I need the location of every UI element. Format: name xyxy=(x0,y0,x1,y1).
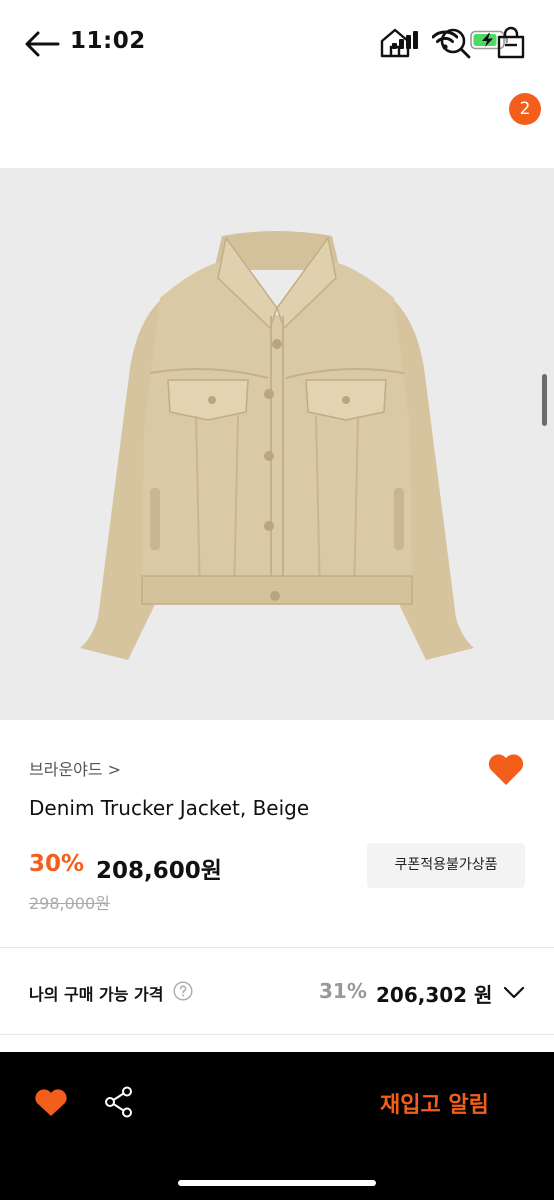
bottom-wishlist-heart-icon[interactable] xyxy=(34,1088,68,1118)
chevron-down-icon[interactable] xyxy=(502,980,526,1004)
wishlist-heart-icon[interactable] xyxy=(486,750,526,788)
image-scroll-indicator xyxy=(542,374,547,426)
restock-notification-button[interactable]: 재입고 알림 xyxy=(380,1087,489,1119)
brand-link[interactable]: 브라운야드 > xyxy=(29,756,121,780)
my-price-amount: 206,302 원 xyxy=(376,983,493,1007)
sale-price: 208,600원 xyxy=(96,858,222,884)
home-indicator[interactable] xyxy=(178,1180,376,1186)
coupon-notice-badge: 쿠폰적용불가상품 xyxy=(367,843,525,888)
product-name: Denim Trucker Jacket, Beige xyxy=(29,796,310,820)
cart-count-badge: 2 xyxy=(509,93,541,125)
search-icon[interactable] xyxy=(438,26,472,60)
bottom-action-bar xyxy=(0,1052,554,1200)
shopping-bag-icon[interactable] xyxy=(494,26,528,60)
share-icon[interactable] xyxy=(104,1086,134,1118)
status-time: 11:02 xyxy=(70,28,146,54)
discount-rate: 30% xyxy=(29,851,85,877)
product-image[interactable] xyxy=(0,168,554,720)
help-question-icon[interactable] xyxy=(173,981,193,1001)
section-divider xyxy=(0,947,554,948)
jacket-illustration xyxy=(80,231,474,660)
back-arrow-icon[interactable] xyxy=(22,24,62,64)
top-navigation xyxy=(0,82,554,168)
my-price-rate: 31% xyxy=(319,979,367,1003)
original-price: 298,000원 xyxy=(29,894,110,913)
section-divider xyxy=(0,1034,554,1035)
my-price-label: 나의 구매 가능 가격 xyxy=(29,985,164,1004)
home-icon[interactable] xyxy=(378,26,412,60)
